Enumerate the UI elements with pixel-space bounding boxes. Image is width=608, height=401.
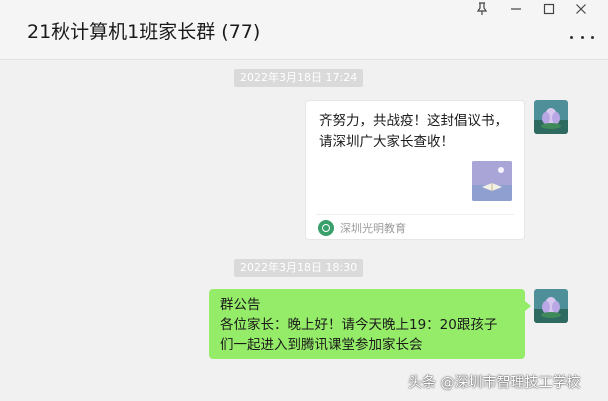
announcement-message[interactable]: 群公告 各位家长：晚上好！请今天晚上19：20跟孩子 们一起进入到腾讯课堂参加家…	[209, 289, 531, 359]
message-line: 群公告	[220, 297, 261, 313]
source-logo-icon	[318, 220, 334, 236]
timestamp: 2022年3月18日 18:30	[234, 259, 364, 277]
message-line: 各位家长：晚上好！请今天晚上19：20跟孩子	[220, 317, 498, 333]
watermark: 头条 @深圳市智理技工学校	[408, 375, 581, 391]
link-card-title: 齐努力，共战疫！这封倡议书，请深圳广大家长查收！	[319, 113, 508, 150]
link-card-thumbnail	[472, 161, 512, 201]
chat-area[interactable]: 2022年3月18日 17:24 齐努力，共战疫！这封倡议书，请深圳广大家长查收…	[0, 61, 608, 401]
link-card-message[interactable]: 齐努力，共战疫！这封倡议书，请深圳广大家长查收！ 深圳光明教育	[305, 100, 525, 240]
avatar[interactable]	[534, 289, 568, 323]
chat-header: 21秋计算机1班家长群 (77)	[0, 0, 608, 60]
minimize-icon[interactable]	[505, 2, 527, 22]
link-card-source: 深圳光明教育	[318, 219, 406, 237]
chat-title: 21秋计算机1班家长群 (77)	[27, 21, 261, 43]
pin-icon[interactable]	[471, 2, 493, 22]
more-options-icon[interactable]	[570, 30, 594, 44]
message-line: 们一起进入到腾讯课堂参加家长会	[220, 337, 423, 353]
source-name: 深圳光明教育	[340, 222, 406, 235]
avatar[interactable]	[534, 100, 568, 134]
timestamp: 2022年3月18日 17:24	[234, 69, 364, 87]
divider	[316, 214, 514, 215]
close-icon[interactable]	[570, 2, 592, 22]
maximize-icon[interactable]	[538, 2, 560, 22]
